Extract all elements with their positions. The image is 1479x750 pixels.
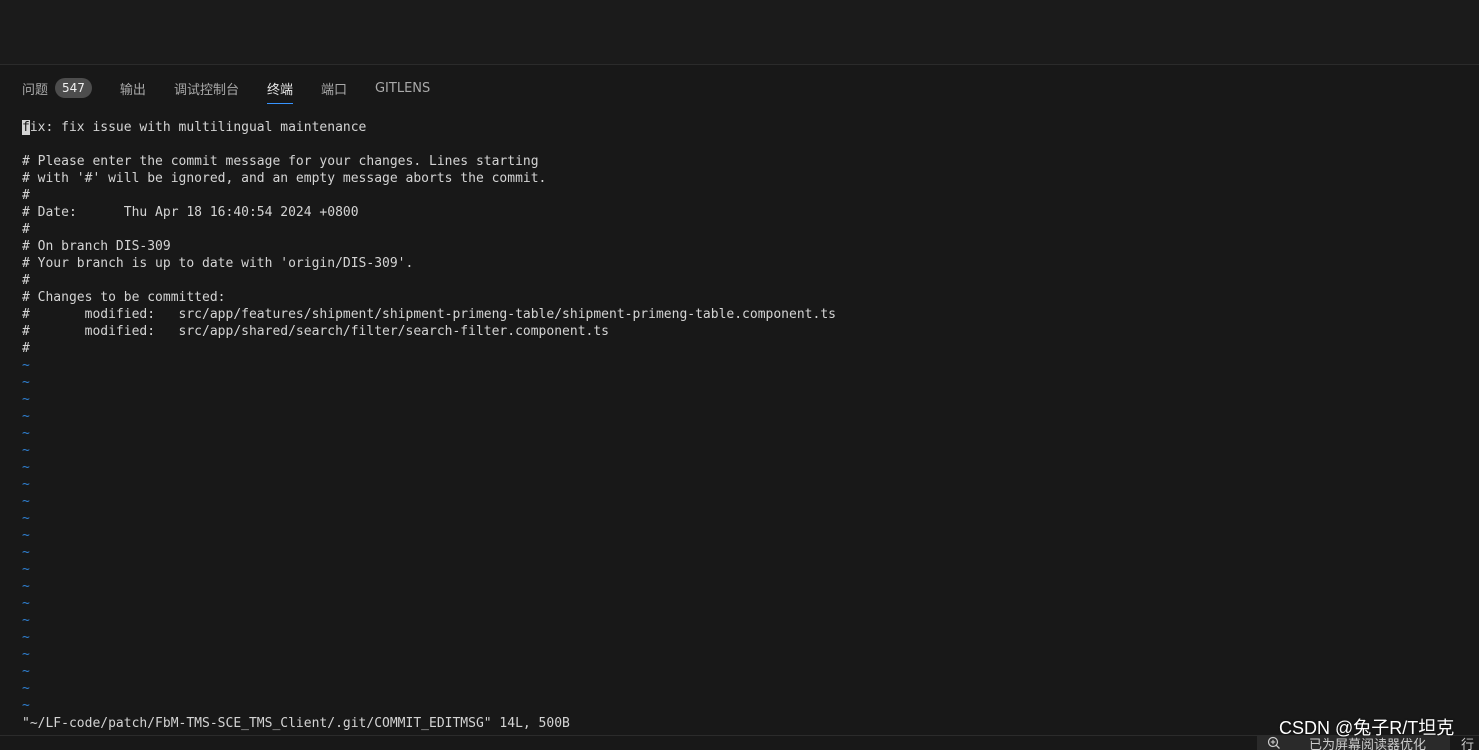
tilde-line: ~ <box>22 409 30 424</box>
tilde-line: ~ <box>22 596 30 611</box>
terminal-line: # Your branch is up to date with 'origin… <box>22 256 414 271</box>
vim-status-line: "~/LF-code/patch/FbM-TMS-SCE_TMS_Client/… <box>22 716 570 731</box>
tilde-line: ~ <box>22 494 30 509</box>
tab-problems[interactable]: 问题 547 <box>22 75 92 101</box>
empty-buffer-lines: ~ ~ ~ ~ ~ ~ ~ ~ ~ ~ ~ ~ ~ ~ ~ ~ ~ ~ ~ ~ ~ <box>22 357 1462 714</box>
tilde-line: ~ <box>22 460 30 475</box>
tilde-line: ~ <box>22 528 30 543</box>
tilde-line: ~ <box>22 681 30 696</box>
tilde-line: ~ <box>22 647 30 662</box>
commit-comment-lines: # Please enter the commit message for yo… <box>22 136 1462 357</box>
tab-gitlens-label: GITLENS <box>374 80 431 96</box>
screen-reader-label: 已为屏幕阅读器优化 <box>1309 738 1427 750</box>
terminal-line: # <box>22 341 30 356</box>
terminal-line: # Changes to be committed: <box>22 290 226 305</box>
terminal-line: # Date: Thu Apr 18 16:40:54 2024 +0800 <box>22 205 359 220</box>
tilde-line: ~ <box>22 358 30 373</box>
terminal-line: # modified: src/app/features/shipment/sh… <box>22 307 836 322</box>
tilde-line: ~ <box>22 613 30 628</box>
terminal-line: # <box>22 273 30 288</box>
tilde-line: ~ <box>22 443 30 458</box>
tilde-line: ~ <box>22 579 30 594</box>
terminal-line: # <box>22 188 30 203</box>
tab-terminal[interactable]: 终端 <box>266 75 293 104</box>
tilde-line: ~ <box>22 511 30 526</box>
tab-ports-label: 端口 <box>320 82 347 98</box>
tab-gitlens[interactable]: GITLENS <box>375 75 430 101</box>
commit-message-text: ix: fix issue with multilingual maintena… <box>29 120 367 135</box>
tab-problems-label: 问题 <box>22 82 49 98</box>
terminal-line: # Please enter the commit message for yo… <box>22 154 539 169</box>
terminal-line: # On branch DIS-309 <box>22 239 171 254</box>
terminal-line: # modified: src/app/shared/search/filter… <box>22 324 609 339</box>
csdn-watermark: CSDN @兔子R/T坦克 <box>1279 718 1455 738</box>
status-bar: 已为屏幕阅读器优化 行 <box>0 735 1479 750</box>
tab-terminal-label: 终端 <box>266 82 293 98</box>
terminal-line: # with '#' will be ignored, and an empty… <box>22 171 547 186</box>
tilde-line: ~ <box>22 698 30 713</box>
tab-debug-console-label: 调试控制台 <box>173 82 239 98</box>
tilde-line: ~ <box>22 392 30 407</box>
tab-output-label: 输出 <box>119 82 146 98</box>
tilde-line: ~ <box>22 630 30 645</box>
bottom-panel: 问题 547 输出 调试控制台 终端 端口 GITLENS fix: fix i… <box>0 65 1479 750</box>
problems-count-badge: 547 <box>55 78 92 98</box>
terminal-viewport[interactable]: fix: fix issue with multilingual mainten… <box>22 119 1462 714</box>
line-indicator[interactable]: 行 <box>1461 739 1474 750</box>
tab-output[interactable]: 输出 <box>120 75 146 101</box>
tab-debug-console[interactable]: 调试控制台 <box>174 75 239 101</box>
editor-area-top <box>0 0 1479 65</box>
text-cursor: f <box>22 120 30 135</box>
terminal-line: # <box>22 222 30 237</box>
tilde-line: ~ <box>22 664 30 679</box>
tilde-line: ~ <box>22 375 30 390</box>
tilde-line: ~ <box>22 562 30 577</box>
tilde-line: ~ <box>22 477 30 492</box>
tilde-line: ~ <box>22 545 30 560</box>
commit-message-line: fix: fix issue with multilingual mainten… <box>22 119 1462 136</box>
panel-tab-bar: 问题 547 输出 调试控制台 终端 端口 GITLENS <box>22 75 458 104</box>
tilde-line: ~ <box>22 426 30 441</box>
tab-ports[interactable]: 端口 <box>321 75 347 101</box>
